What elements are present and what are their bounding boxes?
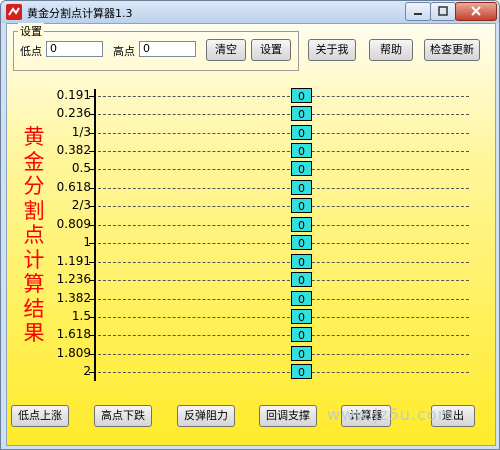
high-input[interactable] (139, 41, 196, 57)
maximize-button[interactable] (430, 2, 456, 21)
result-cell: 0 (291, 235, 312, 250)
axis-tick (89, 354, 95, 355)
dashed-guide (98, 372, 469, 373)
dashed-guide (98, 335, 469, 336)
rebound-resistance-button[interactable]: 反弹阻力 (177, 405, 235, 427)
close-button[interactable] (455, 2, 497, 21)
axis-tick (89, 96, 95, 97)
watermark: www.jz5u.com (327, 405, 455, 424)
ratio-label: 0.236 (56, 106, 91, 120)
dashed-guide (98, 262, 469, 263)
about-button[interactable]: 关于我 (308, 39, 356, 61)
axis-tick (89, 169, 95, 170)
dashed-guide (98, 225, 469, 226)
dashed-guide (98, 299, 469, 300)
dashed-guide (98, 114, 469, 115)
axis-tick (89, 243, 95, 244)
window-title: 黄金分割点计算器1.3 (27, 7, 133, 20)
dashed-guide (98, 317, 469, 318)
ratio-label: 2/3 (71, 198, 91, 212)
maximize-icon (438, 6, 448, 16)
dashed-guide (98, 96, 469, 97)
set-button[interactable]: 设置 (251, 39, 291, 61)
axis-tick (89, 372, 95, 373)
ratio-label: 2 (83, 364, 91, 378)
result-cell: 0 (291, 125, 312, 140)
minimize-button[interactable] (405, 2, 431, 21)
ratio-label: 1/3 (71, 125, 91, 139)
axis-tick (89, 299, 95, 300)
ratio-label: 1.191 (56, 254, 91, 268)
result-cell: 0 (291, 254, 312, 269)
settings-group-label: 设置 (18, 23, 44, 39)
dashed-guide (98, 206, 469, 207)
axis-tick (89, 114, 95, 115)
minimize-icon (414, 13, 422, 15)
low-rise-button[interactable]: 低点上涨 (11, 405, 69, 427)
axis-tick (89, 262, 95, 263)
result-cell: 0 (291, 88, 312, 103)
dashed-guide (98, 133, 469, 134)
dashed-guide (98, 188, 469, 189)
axis-tick (89, 225, 95, 226)
dashed-guide (98, 280, 469, 281)
axis-tick (89, 206, 95, 207)
clear-button[interactable]: 清空 (206, 39, 246, 61)
axis-tick (89, 317, 95, 318)
result-cell: 0 (291, 198, 312, 213)
ratio-label: 1.382 (56, 291, 91, 305)
pullback-support-button[interactable]: 回调支撑 (259, 405, 317, 427)
ratio-label: 0.5 (71, 161, 91, 175)
axis-tick (89, 188, 95, 189)
help-button[interactable]: 帮助 (369, 39, 413, 61)
app-window: 黄金分割点计算器1.3 设置 低点 高点 清空 设置 关于我 帮助 检查更新 黄… (0, 0, 500, 450)
dashed-guide (98, 243, 469, 244)
result-cell: 0 (291, 346, 312, 361)
dashed-guide (98, 354, 469, 355)
result-cell: 0 (291, 180, 312, 195)
ratio-label: 1.618 (56, 327, 91, 341)
ratio-label: 1.236 (56, 272, 91, 286)
result-cell: 0 (291, 291, 312, 306)
dashed-guide (98, 151, 469, 152)
title-bar[interactable]: 黄金分割点计算器1.3 (1, 1, 499, 23)
axis-tick (89, 133, 95, 134)
dashed-guide (98, 169, 469, 170)
axis-tick (89, 151, 95, 152)
result-cell: 0 (291, 364, 312, 379)
high-fall-button[interactable]: 高点下跌 (94, 405, 152, 427)
ratio-label: 1.809 (56, 346, 91, 360)
ratio-label: 1 (83, 235, 91, 249)
ratio-label: 0.809 (56, 217, 91, 231)
ratio-label: 0.618 (56, 180, 91, 194)
ratio-label: 0.382 (56, 143, 91, 157)
high-label: 高点 (113, 45, 135, 58)
result-cell: 0 (291, 143, 312, 158)
axis-tick (89, 280, 95, 281)
app-icon (6, 4, 22, 20)
low-input[interactable] (46, 41, 103, 57)
result-cell: 0 (291, 106, 312, 121)
low-label: 低点 (20, 45, 42, 58)
axis-tick (89, 335, 95, 336)
result-cell: 0 (291, 327, 312, 342)
check-update-button[interactable]: 检查更新 (424, 39, 480, 61)
result-cell: 0 (291, 161, 312, 176)
result-cell: 0 (291, 309, 312, 324)
close-icon (471, 6, 481, 16)
result-cell: 0 (291, 272, 312, 287)
ratio-label: 0.191 (56, 88, 91, 102)
ratio-label: 1.5 (71, 309, 91, 323)
result-cell: 0 (291, 217, 312, 232)
